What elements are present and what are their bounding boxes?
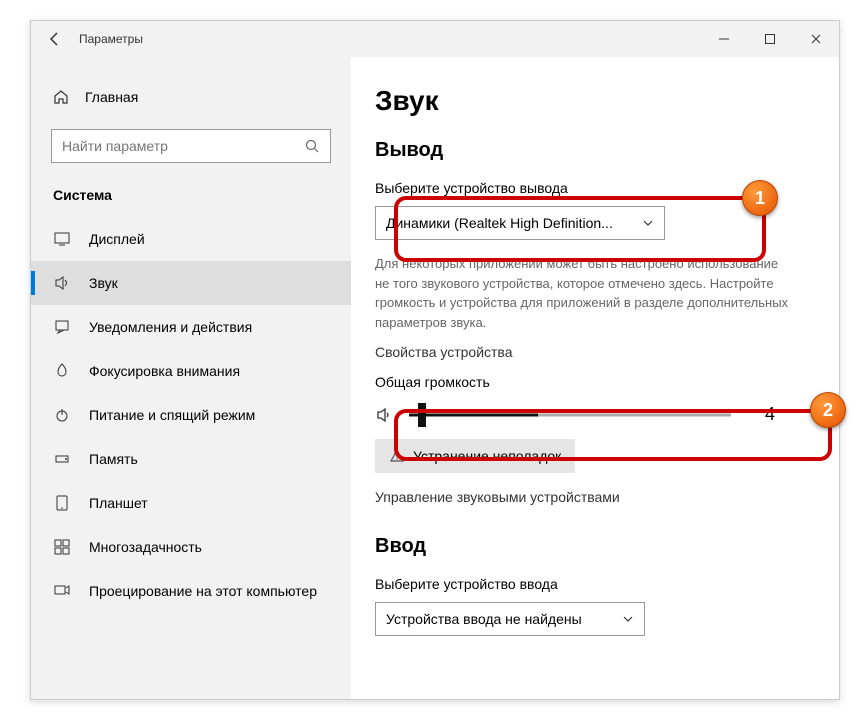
manage-devices-link[interactable]: Управление звуковыми устройствами bbox=[375, 489, 803, 505]
master-volume-label: Общая громкость bbox=[375, 374, 803, 390]
maximize-button[interactable] bbox=[747, 21, 793, 57]
nav-item-project[interactable]: Проецирование на этот компьютер bbox=[31, 569, 351, 613]
home-button[interactable]: Главная bbox=[31, 77, 351, 117]
chevron-down-icon bbox=[642, 217, 654, 229]
output-description: Для некоторых приложений может быть наст… bbox=[375, 254, 795, 332]
multitask-icon bbox=[53, 538, 71, 556]
output-device-value: Динамики (Realtek High Definition... bbox=[386, 215, 613, 231]
output-device-label: Выберите устройство вывода bbox=[375, 180, 803, 196]
back-button[interactable] bbox=[31, 31, 79, 47]
search-icon bbox=[304, 138, 320, 154]
home-icon bbox=[53, 89, 69, 105]
nav-item-power[interactable]: Питание и спящий режим bbox=[31, 393, 351, 437]
search-input[interactable] bbox=[62, 138, 304, 154]
chevron-down-icon bbox=[622, 613, 634, 625]
output-heading: Вывод bbox=[375, 139, 803, 162]
output-device-dropdown[interactable]: Динамики (Realtek High Definition... bbox=[375, 206, 665, 240]
nav-item-notifications[interactable]: Уведомления и действия bbox=[31, 305, 351, 349]
volume-slider[interactable] bbox=[409, 405, 731, 425]
storage-icon bbox=[53, 450, 71, 468]
nav-label: Многозадачность bbox=[89, 539, 202, 555]
troubleshoot-label: Устранение неполадок bbox=[413, 448, 561, 464]
warning-icon bbox=[389, 448, 405, 464]
nav-item-storage[interactable]: Память bbox=[31, 437, 351, 481]
power-icon bbox=[53, 406, 71, 424]
page-title: Звук bbox=[375, 85, 803, 117]
nav-item-focus[interactable]: Фокусировка внимания bbox=[31, 349, 351, 393]
nav-label: Проецирование на этот компьютер bbox=[89, 583, 317, 599]
sound-icon bbox=[53, 274, 71, 292]
input-device-dropdown[interactable]: Устройства ввода не найдены bbox=[375, 602, 645, 636]
device-properties-link[interactable]: Свойства устройства bbox=[375, 344, 803, 360]
window-title: Параметры bbox=[79, 32, 701, 46]
nav-item-tablet[interactable]: Планшет bbox=[31, 481, 351, 525]
project-icon bbox=[53, 582, 71, 600]
home-label: Главная bbox=[85, 89, 138, 105]
input-device-label: Выберите устройство ввода bbox=[375, 576, 803, 592]
volume-value: 4 bbox=[745, 404, 775, 425]
troubleshoot-button[interactable]: Устранение неполадок bbox=[375, 439, 575, 473]
nav-item-multitask[interactable]: Многозадачность bbox=[31, 525, 351, 569]
nav-label: Планшет bbox=[89, 495, 148, 511]
main-content: Звук Вывод Выберите устройство вывода Ди… bbox=[351, 57, 839, 699]
minimize-button[interactable] bbox=[701, 21, 747, 57]
tablet-icon bbox=[53, 494, 71, 512]
category-title: Система bbox=[31, 181, 351, 217]
nav-item-sound[interactable]: Звук bbox=[31, 261, 351, 305]
volume-row: 4 bbox=[375, 404, 775, 425]
nav-label: Питание и спящий режим bbox=[89, 407, 255, 423]
sidebar: Главная Система Дисплей Звук bbox=[31, 57, 351, 699]
nav-label: Звук bbox=[89, 275, 118, 291]
speaker-icon[interactable] bbox=[375, 405, 395, 425]
nav-label: Уведомления и действия bbox=[89, 319, 252, 335]
nav-label: Дисплей bbox=[89, 231, 145, 247]
nav-label: Память bbox=[89, 451, 138, 467]
nav-list: Дисплей Звук Уведомления и действия Фоку… bbox=[31, 217, 351, 613]
settings-window: Параметры Главная Система bbox=[30, 20, 840, 700]
focus-icon bbox=[53, 362, 71, 380]
search-box[interactable] bbox=[51, 129, 331, 163]
nav-label: Фокусировка внимания bbox=[89, 363, 240, 379]
display-icon bbox=[53, 230, 71, 248]
input-heading: Ввод bbox=[375, 535, 803, 558]
close-button[interactable] bbox=[793, 21, 839, 57]
input-device-value: Устройства ввода не найдены bbox=[386, 611, 582, 627]
titlebar: Параметры bbox=[31, 21, 839, 57]
nav-item-display[interactable]: Дисплей bbox=[31, 217, 351, 261]
notif-icon bbox=[53, 318, 71, 336]
